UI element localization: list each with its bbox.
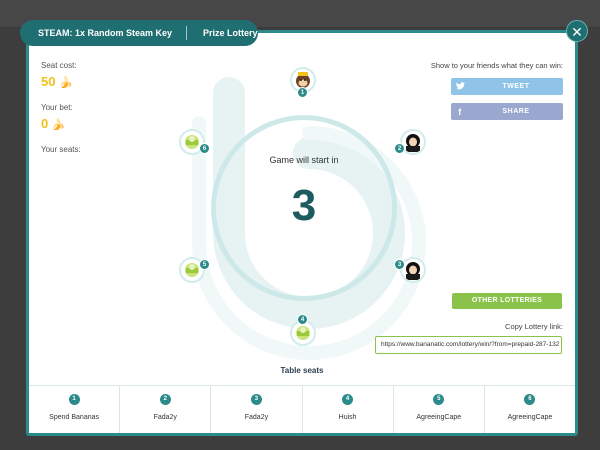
your-bet-value: 0 🍌 bbox=[41, 116, 81, 131]
ring-seat-5[interactable]: 5 bbox=[179, 257, 210, 283]
seat-cell-5[interactable]: 5 AgreeingCape bbox=[394, 386, 485, 433]
seat-number: 4 bbox=[342, 394, 354, 405]
ring-seat-number: 4 bbox=[297, 314, 308, 325]
seat-number: 5 bbox=[433, 394, 445, 405]
share-label: SHARE bbox=[502, 108, 530, 115]
ring-seat-number: 5 bbox=[199, 259, 210, 270]
close-button[interactable]: ✕ bbox=[566, 20, 588, 42]
ring-seat-4[interactable]: 4 bbox=[290, 314, 316, 346]
lottery-modal: Seat cost: 50 🍌 Your bet: 0 🍌 Your seats… bbox=[26, 30, 578, 436]
lottery-header: STEAM: 1x Random Steam Key Prize Lottery bbox=[20, 20, 258, 46]
seat-player-name: Spend Bananas bbox=[49, 414, 99, 421]
your-bet-amount: 0 bbox=[41, 116, 49, 131]
table-seats-label: Table seats bbox=[280, 366, 324, 375]
item-title: STEAM: 1x Random Steam Key bbox=[20, 26, 188, 40]
ring-seat-6[interactable]: 6 bbox=[179, 129, 210, 155]
seat-cost-value: 50 🍌 bbox=[41, 74, 81, 89]
seat-cell-1[interactable]: 1 Spend Bananas bbox=[29, 386, 121, 433]
seat-cell-3[interactable]: 3 Fada2y bbox=[211, 386, 303, 433]
ring-seat-number: 3 bbox=[394, 259, 405, 270]
your-bet-label: Your bet: bbox=[41, 103, 73, 112]
game-start-text: Game will start in bbox=[269, 155, 339, 165]
facebook-icon: f bbox=[458, 106, 462, 117]
ring-seat-1[interactable]: 1 bbox=[290, 67, 316, 98]
bet-info: Seat cost: 50 🍌 Your bet: 0 🍌 Your seats… bbox=[41, 61, 81, 158]
ring-seat-2[interactable]: 2 bbox=[394, 129, 426, 155]
seat-number: 3 bbox=[250, 394, 262, 405]
seat-cost-amount: 50 bbox=[41, 74, 56, 89]
lottery-type: Prize Lottery bbox=[203, 28, 258, 38]
seat-player-name: Fada2y bbox=[244, 414, 269, 421]
seat-cell-4[interactable]: 4 Huish bbox=[303, 386, 394, 433]
facebook-share-button[interactable]: f SHARE bbox=[451, 103, 563, 120]
close-icon: ✕ bbox=[571, 24, 583, 40]
ring-seat-number: 6 bbox=[199, 143, 210, 154]
twitter-icon bbox=[451, 81, 469, 92]
other-lotteries-button[interactable]: OTHER LOTTERIES bbox=[452, 293, 562, 309]
tweet-button[interactable]: TWEET bbox=[451, 78, 563, 95]
copy-link-label: Copy Lottery link: bbox=[505, 322, 563, 331]
seat-number: 1 bbox=[68, 394, 80, 405]
ring-seat-number: 2 bbox=[394, 143, 405, 154]
seat-cell-6[interactable]: 6 AgreeingCape bbox=[485, 386, 575, 433]
seat-player-name: Fada2y bbox=[153, 414, 177, 421]
seat-list: 1 Spend Bananas 2 Fada2y 3 Fada2y 4 Huis… bbox=[29, 385, 575, 433]
countdown-number: 3 bbox=[291, 181, 317, 230]
tweet-label: TWEET bbox=[502, 83, 530, 90]
banana-icon: 🍌 bbox=[59, 77, 73, 89]
seat-number: 2 bbox=[159, 394, 171, 405]
seat-player-name: AgreeingCape bbox=[416, 414, 462, 421]
seat-cost-label: Seat cost: bbox=[41, 61, 77, 70]
lottery-link-field[interactable]: https://www.bananatic.com/lottery/win/?f… bbox=[375, 336, 562, 354]
banana-icon: 🍌 bbox=[51, 119, 66, 131]
seat-cell-2[interactable]: 2 Fada2y bbox=[120, 386, 212, 433]
ring-seat-3[interactable]: 3 bbox=[394, 257, 426, 283]
seat-player-name: AgreeingCape bbox=[507, 414, 553, 421]
ring-seat-number: 1 bbox=[297, 87, 308, 98]
share-text: Show to your friends what they can win: bbox=[430, 61, 563, 70]
your-seats-label: Your seats: bbox=[41, 145, 81, 154]
seat-player-name: Huish bbox=[338, 414, 357, 421]
seat-number: 6 bbox=[524, 394, 536, 405]
share-section: Show to your friends what they can win: … bbox=[415, 61, 563, 120]
